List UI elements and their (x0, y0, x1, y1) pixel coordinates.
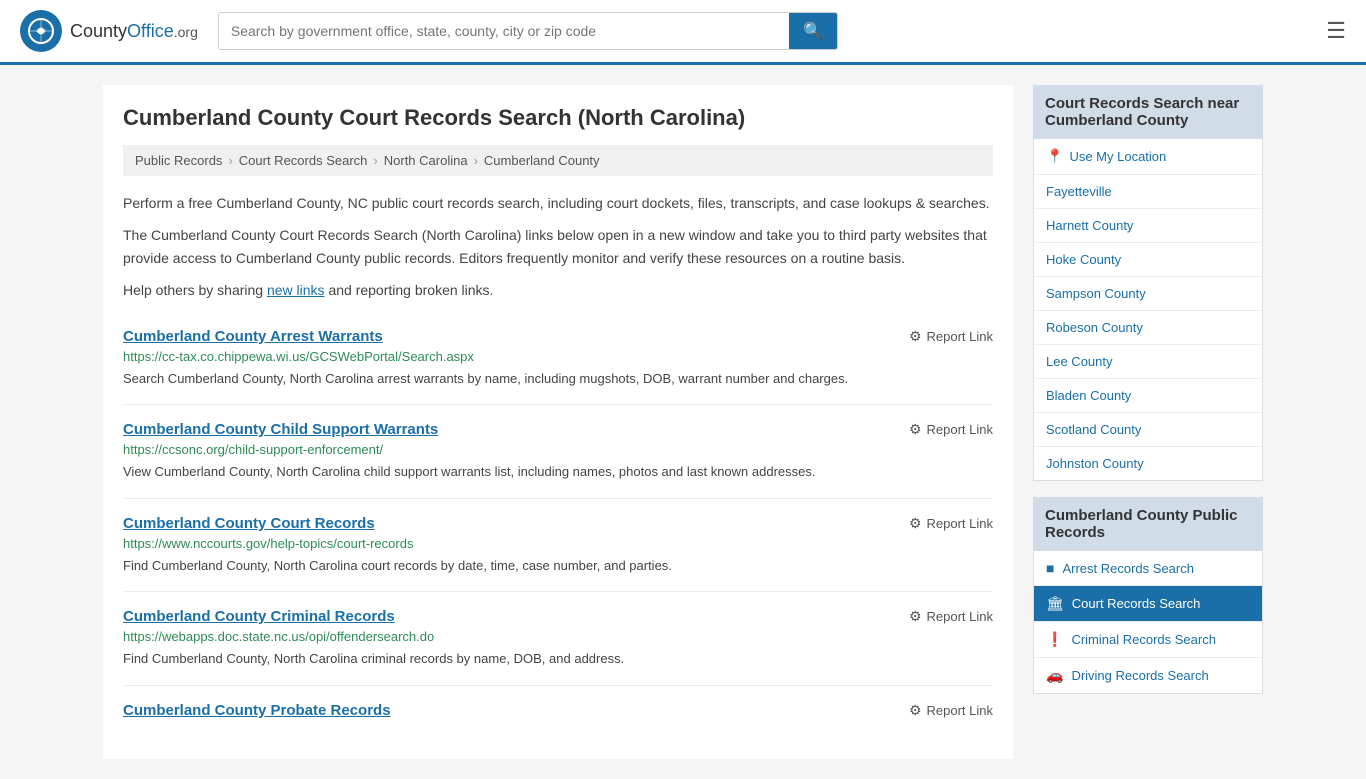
sidebar-public-records-heading: Cumberland County Public Records (1033, 497, 1263, 551)
sidebar-item-fayetteville[interactable]: Fayetteville (1034, 175, 1262, 209)
hamburger-menu-icon[interactable]: ☰ (1326, 18, 1346, 44)
sidebar-item-hoke-county[interactable]: Hoke County (1034, 243, 1262, 277)
logo-text: CountyOffice.org (70, 21, 198, 42)
sidebar-nearby-heading: Court Records Search near Cumberland Cou… (1033, 85, 1263, 139)
page-title: Cumberland County Court Records Search (… (123, 105, 993, 131)
record-desc-1: View Cumberland County, North Carolina c… (123, 462, 993, 482)
report-icon-3: ⚙ (909, 608, 922, 625)
sidebar-record-criminal[interactable]: ❗ Criminal Records Search (1034, 622, 1262, 658)
main-content: Cumberland County Court Records Search (… (103, 85, 1013, 759)
record-title-3[interactable]: Cumberland County Criminal Records (123, 608, 395, 625)
sidebar-item-sampson-county[interactable]: Sampson County (1034, 277, 1262, 311)
intro-paragraph-3: Help others by sharing new links and rep… (123, 279, 993, 301)
court-icon: 🏛 (1046, 595, 1064, 612)
sidebar-item-johnston-county[interactable]: Johnston County (1034, 447, 1262, 480)
site-header: CountyOffice.org 🔍 ☰ (0, 0, 1366, 65)
breadcrumb: Public Records › Court Records Search › … (123, 145, 993, 176)
record-item-0: Cumberland County Arrest Warrants ⚙ Repo… (123, 312, 993, 406)
record-title-4[interactable]: Cumberland County Probate Records (123, 702, 391, 719)
sidebar-nearby-list: 📍 Use My Location Fayetteville Harnett C… (1033, 139, 1263, 481)
record-item-2: Cumberland County Court Records ⚙ Report… (123, 499, 993, 593)
site-logo[interactable]: CountyOffice.org (20, 10, 198, 52)
logo-icon (20, 10, 62, 52)
breadcrumb-north-carolina[interactable]: North Carolina (384, 153, 468, 168)
sidebar-nearby-section: Court Records Search near Cumberland Cou… (1033, 85, 1263, 481)
report-icon-1: ⚙ (909, 421, 922, 438)
search-button[interactable]: 🔍 (789, 13, 837, 49)
sidebar-item-lee-county[interactable]: Lee County (1034, 345, 1262, 379)
sidebar-public-records-section: Cumberland County Public Records ■ Arres… (1033, 497, 1263, 694)
report-icon-4: ⚙ (909, 702, 922, 719)
sidebar-item-robeson-county[interactable]: Robeson County (1034, 311, 1262, 345)
search-input[interactable] (219, 13, 789, 49)
record-item-1: Cumberland County Child Support Warrants… (123, 405, 993, 499)
record-url-0[interactable]: https://cc-tax.co.chippewa.wi.us/GCSWebP… (123, 349, 993, 364)
record-title-0[interactable]: Cumberland County Arrest Warrants (123, 328, 383, 345)
records-list: Cumberland County Arrest Warrants ⚙ Repo… (123, 312, 993, 739)
record-title-2[interactable]: Cumberland County Court Records (123, 515, 375, 532)
breadcrumb-court-records-search[interactable]: Court Records Search (239, 153, 368, 168)
report-icon-0: ⚙ (909, 328, 922, 345)
report-link-1[interactable]: ⚙ Report Link (909, 421, 993, 438)
record-url-2[interactable]: https://www.nccourts.gov/help-topics/cou… (123, 536, 993, 551)
report-link-4[interactable]: ⚙ Report Link (909, 702, 993, 719)
page-wrap: Cumberland County Court Records Search (… (83, 65, 1283, 779)
breadcrumb-public-records[interactable]: Public Records (135, 153, 222, 168)
breadcrumb-cumberland-county[interactable]: Cumberland County (484, 153, 600, 168)
report-icon-2: ⚙ (909, 515, 922, 532)
sidebar-use-my-location[interactable]: 📍 Use My Location (1034, 139, 1262, 175)
intro-paragraph-2: The Cumberland County Court Records Sear… (123, 224, 993, 269)
record-url-1[interactable]: https://ccsonc.org/child-support-enforce… (123, 442, 993, 457)
record-item-3: Cumberland County Criminal Records ⚙ Rep… (123, 592, 993, 686)
sidebar-record-court[interactable]: 🏛 Court Records Search (1034, 586, 1262, 622)
record-desc-0: Search Cumberland County, North Carolina… (123, 369, 993, 389)
sidebar-item-bladen-county[interactable]: Bladen County (1034, 379, 1262, 413)
pin-icon: 📍 (1046, 148, 1063, 165)
report-link-0[interactable]: ⚙ Report Link (909, 328, 993, 345)
driving-icon: 🚗 (1046, 667, 1063, 684)
search-bar: 🔍 (218, 12, 838, 50)
record-url-3[interactable]: https://webapps.doc.state.nc.us/opi/offe… (123, 629, 993, 644)
sidebar-public-records-list: ■ Arrest Records Search 🏛 Court Records … (1033, 551, 1263, 694)
sidebar: Court Records Search near Cumberland Cou… (1033, 85, 1263, 759)
new-links-link[interactable]: new links (267, 282, 325, 298)
record-title-1[interactable]: Cumberland County Child Support Warrants (123, 421, 438, 438)
intro-paragraph-1: Perform a free Cumberland County, NC pub… (123, 192, 993, 214)
report-link-2[interactable]: ⚙ Report Link (909, 515, 993, 532)
criminal-icon: ❗ (1046, 631, 1063, 648)
sidebar-item-harnett-county[interactable]: Harnett County (1034, 209, 1262, 243)
record-item-4: Cumberland County Probate Records ⚙ Repo… (123, 686, 993, 739)
sidebar-record-arrest[interactable]: ■ Arrest Records Search (1034, 551, 1262, 586)
sidebar-record-driving[interactable]: 🚗 Driving Records Search (1034, 658, 1262, 693)
arrest-icon: ■ (1046, 560, 1054, 576)
record-desc-2: Find Cumberland County, North Carolina c… (123, 556, 993, 576)
sidebar-item-scotland-county[interactable]: Scotland County (1034, 413, 1262, 447)
record-desc-3: Find Cumberland County, North Carolina c… (123, 649, 993, 669)
report-link-3[interactable]: ⚙ Report Link (909, 608, 993, 625)
